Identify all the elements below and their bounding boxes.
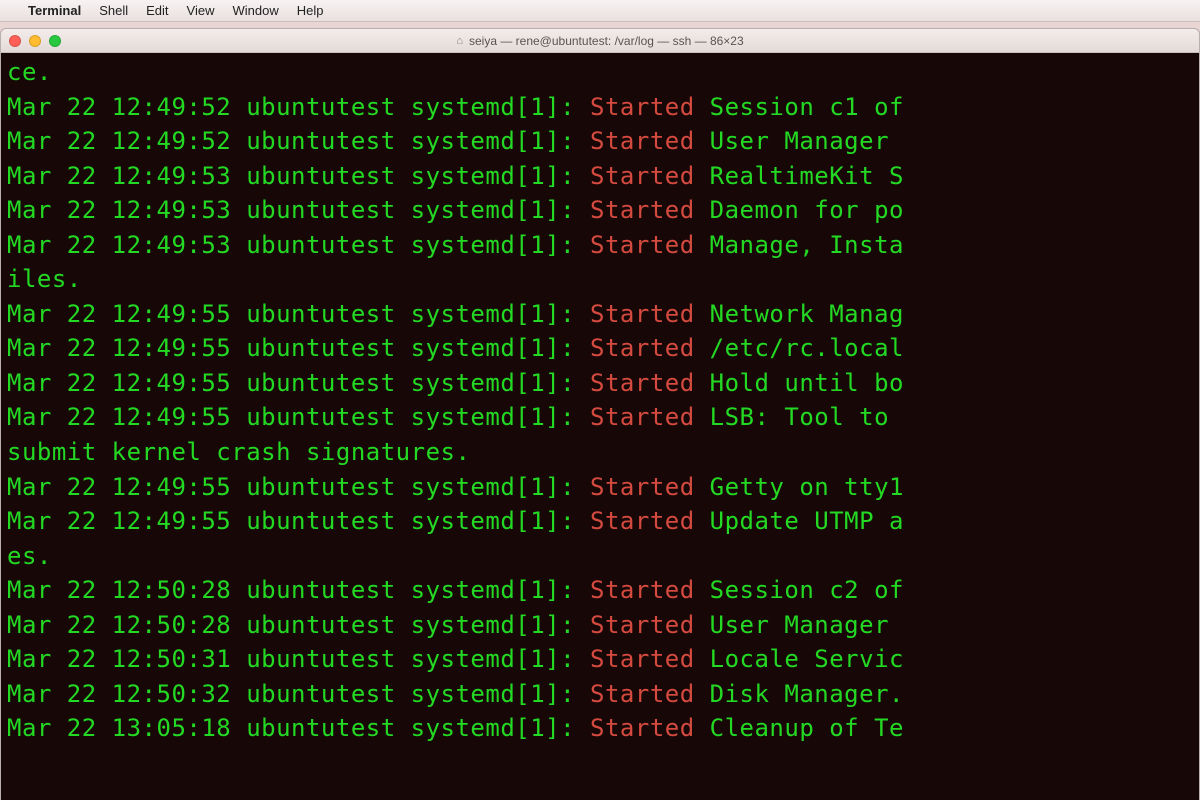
window-title-text: seiya — rene@ubuntutest: /var/log — ssh … xyxy=(469,34,744,48)
log-prefix: Mar 22 12:49:55 ubuntutest systemd[1]: xyxy=(7,300,590,328)
menu-window[interactable]: Window xyxy=(233,3,279,18)
log-prefix: Mar 22 12:50:28 ubuntutest systemd[1]: xyxy=(7,576,590,604)
log-line: Mar 22 12:49:55 ubuntutest systemd[1]: S… xyxy=(7,331,1195,366)
log-prefix: Mar 22 12:50:31 ubuntutest systemd[1]: xyxy=(7,645,590,673)
log-line: Mar 22 12:49:52 ubuntutest systemd[1]: S… xyxy=(7,90,1195,125)
log-status: Started xyxy=(590,231,695,259)
terminal-window: ⌂ seiya — rene@ubuntutest: /var/log — ss… xyxy=(0,28,1200,800)
log-status: Started xyxy=(590,127,695,155)
log-prefix: Mar 22 12:49:53 ubuntutest systemd[1]: xyxy=(7,231,590,259)
app-menu[interactable]: Terminal xyxy=(28,3,81,18)
log-line: Mar 22 12:49:53 ubuntutest systemd[1]: S… xyxy=(7,193,1195,228)
log-prefix: Mar 22 12:49:55 ubuntutest systemd[1]: xyxy=(7,403,590,431)
log-status: Started xyxy=(590,369,695,397)
log-line: Mar 22 12:49:55 ubuntutest systemd[1]: S… xyxy=(7,400,1195,435)
log-message: Disk Manager. xyxy=(695,680,904,708)
log-status: Started xyxy=(590,507,695,535)
menu-shell[interactable]: Shell xyxy=(99,3,128,18)
log-prefix: Mar 22 12:49:55 ubuntutest systemd[1]: xyxy=(7,369,590,397)
log-status: Started xyxy=(590,93,695,121)
log-message: User Manager xyxy=(695,127,904,155)
log-line: Mar 22 12:49:52 ubuntutest systemd[1]: S… xyxy=(7,124,1195,159)
log-status: Started xyxy=(590,403,695,431)
macos-menubar: Terminal Shell Edit View Window Help xyxy=(0,0,1200,22)
log-message: Getty on tty1 xyxy=(695,473,904,501)
menu-edit[interactable]: Edit xyxy=(146,3,168,18)
log-message: Cleanup of Te xyxy=(695,714,904,742)
log-status: Started xyxy=(590,611,695,639)
log-line: Mar 22 12:49:53 ubuntutest systemd[1]: S… xyxy=(7,228,1195,263)
log-prefix: Mar 22 12:50:28 ubuntutest systemd[1]: xyxy=(7,611,590,639)
log-message: Update UTMP a xyxy=(695,507,904,535)
log-status: Started xyxy=(590,473,695,501)
log-line: iles. xyxy=(7,262,1195,297)
log-message: RealtimeKit S xyxy=(695,162,904,190)
log-prefix: Mar 22 12:49:53 ubuntutest systemd[1]: xyxy=(7,162,590,190)
log-prefix: Mar 22 12:49:52 ubuntutest systemd[1]: xyxy=(7,93,590,121)
log-status: Started xyxy=(590,300,695,328)
menu-view[interactable]: View xyxy=(187,3,215,18)
log-status: Started xyxy=(590,576,695,604)
log-message: Daemon for po xyxy=(695,196,904,224)
log-message: Manage, Insta xyxy=(695,231,904,259)
log-status: Started xyxy=(590,680,695,708)
log-status: Started xyxy=(590,714,695,742)
zoom-button[interactable] xyxy=(49,35,61,47)
log-continuation: iles. xyxy=(7,265,82,293)
log-line: submit kernel crash signatures. xyxy=(7,435,1195,470)
log-line: Mar 22 12:49:53 ubuntutest systemd[1]: S… xyxy=(7,159,1195,194)
terminal-output[interactable]: ce. Mar 22 12:49:52 ubuntutest systemd[1]… xyxy=(1,53,1199,800)
log-line: Mar 22 12:49:55 ubuntutest systemd[1]: S… xyxy=(7,504,1195,539)
window-title: ⌂ seiya — rene@ubuntutest: /var/log — ss… xyxy=(1,34,1199,48)
log-line: Mar 22 12:50:28 ubuntutest systemd[1]: S… xyxy=(7,573,1195,608)
log-prefix: Mar 22 12:49:55 ubuntutest systemd[1]: xyxy=(7,334,590,362)
log-line: Mar 22 13:05:18 ubuntutest systemd[1]: S… xyxy=(7,711,1195,746)
log-line: Mar 22 12:49:55 ubuntutest systemd[1]: S… xyxy=(7,470,1195,505)
log-continuation: es. xyxy=(7,542,52,570)
log-prefix: Mar 22 13:05:18 ubuntutest systemd[1]: xyxy=(7,714,590,742)
log-prefix: Mar 22 12:49:55 ubuntutest systemd[1]: xyxy=(7,507,590,535)
log-message: User Manager xyxy=(695,611,904,639)
log-continuation: submit kernel crash signatures. xyxy=(7,438,470,466)
log-status: Started xyxy=(590,162,695,190)
log-message: Locale Servic xyxy=(695,645,904,673)
log-line: Mar 22 12:49:55 ubuntutest systemd[1]: S… xyxy=(7,366,1195,401)
log-message: LSB: Tool to xyxy=(695,403,904,431)
log-line: Mar 22 12:50:28 ubuntutest systemd[1]: S… xyxy=(7,608,1195,643)
menu-help[interactable]: Help xyxy=(297,3,324,18)
log-line: Mar 22 12:50:31 ubuntutest systemd[1]: S… xyxy=(7,642,1195,677)
log-prefix: Mar 22 12:50:32 ubuntutest systemd[1]: xyxy=(7,680,590,708)
log-prefix: Mar 22 12:49:55 ubuntutest systemd[1]: xyxy=(7,473,590,501)
log-message: Session c1 of xyxy=(695,93,904,121)
window-titlebar[interactable]: ⌂ seiya — rene@ubuntutest: /var/log — ss… xyxy=(1,29,1199,53)
log-status: Started xyxy=(590,196,695,224)
minimize-button[interactable] xyxy=(29,35,41,47)
log-message: /etc/rc.local xyxy=(695,334,904,362)
log-line: Mar 22 12:50:32 ubuntutest systemd[1]: S… xyxy=(7,677,1195,712)
log-prefix: Mar 22 12:49:53 ubuntutest systemd[1]: xyxy=(7,196,590,224)
traffic-lights xyxy=(9,35,61,47)
log-continuation: ce. xyxy=(7,58,52,86)
log-line: ce. xyxy=(7,55,1195,90)
close-button[interactable] xyxy=(9,35,21,47)
log-line: Mar 22 12:49:55 ubuntutest systemd[1]: S… xyxy=(7,297,1195,332)
log-message: Network Manag xyxy=(695,300,904,328)
log-status: Started xyxy=(590,645,695,673)
log-message: Hold until bo xyxy=(695,369,904,397)
log-line: es. xyxy=(7,539,1195,574)
log-message: Session c2 of xyxy=(695,576,904,604)
home-icon: ⌂ xyxy=(456,35,463,47)
log-status: Started xyxy=(590,334,695,362)
log-prefix: Mar 22 12:49:52 ubuntutest systemd[1]: xyxy=(7,127,590,155)
